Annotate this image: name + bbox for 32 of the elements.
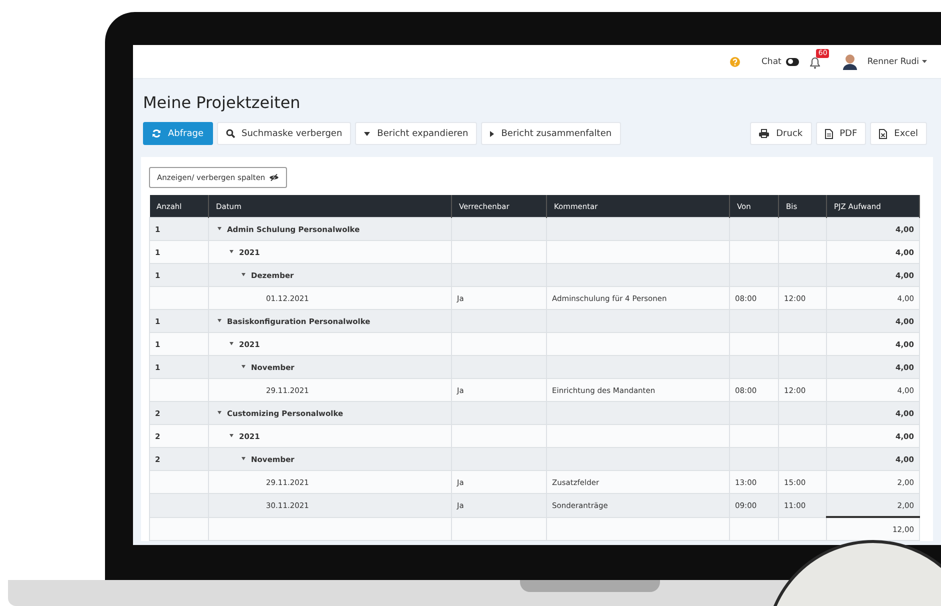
eye-slash-icon xyxy=(269,174,280,181)
toolbar-button[interactable]: Excel xyxy=(870,122,927,145)
caret-icon[interactable] xyxy=(241,365,246,369)
toolbar-button[interactable]: Bericht expandieren xyxy=(355,122,478,145)
toolbar-button[interactable]: Druck xyxy=(750,122,812,145)
refresh-icon xyxy=(152,129,161,138)
caret-icon[interactable] xyxy=(229,434,234,438)
caret-icon[interactable] xyxy=(229,250,234,254)
toolbar-button[interactable]: Abfrage xyxy=(143,122,213,145)
toolbar-button[interactable]: Suchmaske verbergen xyxy=(216,122,352,145)
caret-icon[interactable] xyxy=(229,342,234,346)
toolbar-button[interactable]: PDF xyxy=(816,122,866,145)
user-menu[interactable]: Renner Rudi xyxy=(842,53,927,70)
avatar-icon xyxy=(842,53,858,70)
caret-right-icon xyxy=(490,130,494,136)
chat-toggle[interactable] xyxy=(786,58,800,66)
caret-icon[interactable] xyxy=(241,457,246,461)
chat-label: Chat xyxy=(762,56,782,66)
caret-icon[interactable] xyxy=(217,319,222,323)
caret-down-icon xyxy=(364,132,370,136)
help-icon xyxy=(730,56,740,66)
printer-icon xyxy=(759,129,770,138)
bell-icon xyxy=(810,56,820,68)
page-title: Meine Projektzeiten xyxy=(143,93,302,112)
search-icon xyxy=(226,129,235,138)
caret-icon[interactable] xyxy=(217,227,222,231)
caret-icon[interactable] xyxy=(241,273,246,277)
document-icon xyxy=(824,128,833,138)
toolbar-button[interactable]: Bericht zusammenfalten xyxy=(481,122,621,145)
spreadsheet-icon xyxy=(879,128,888,138)
caret-icon[interactable] xyxy=(217,411,222,415)
caret-down-icon xyxy=(922,60,927,63)
